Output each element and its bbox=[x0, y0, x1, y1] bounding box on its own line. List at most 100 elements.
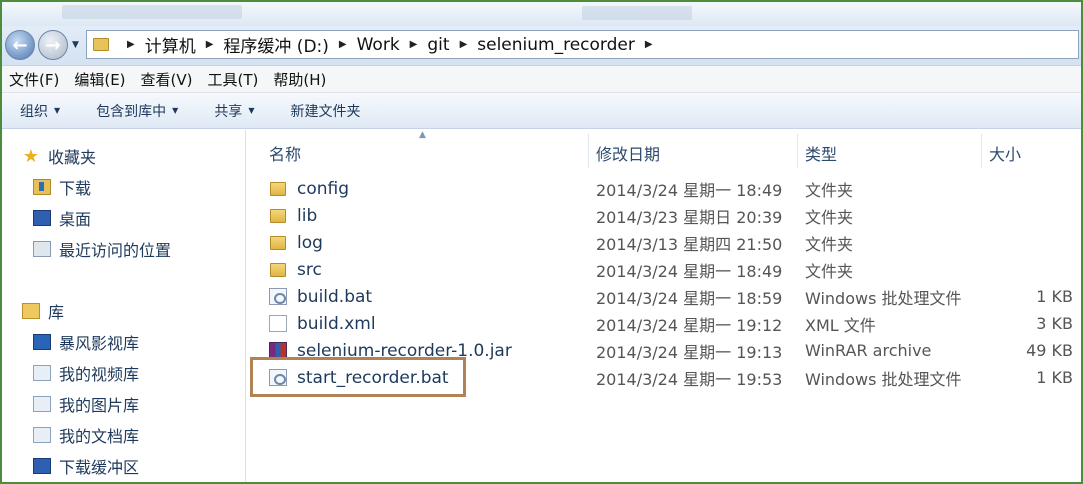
file-size: 49 KB bbox=[1026, 341, 1073, 360]
file-date: 2014/3/24 星期一 19:13 bbox=[596, 342, 783, 362]
caret-down-icon: ▼ bbox=[54, 106, 61, 115]
menu-tools[interactable]: 工具(T) bbox=[208, 69, 259, 90]
chevron-right-icon[interactable]: ▶ bbox=[206, 39, 214, 50]
sidebar-libraries-label: 库 bbox=[48, 303, 65, 322]
column-divider[interactable] bbox=[981, 134, 982, 168]
organize-label: 组织 bbox=[20, 103, 48, 120]
menu-help[interactable]: 帮助(H) bbox=[273, 69, 326, 90]
file-size bbox=[987, 256, 1073, 283]
xml-file-icon bbox=[269, 315, 287, 332]
file-size: 3 KB bbox=[1036, 314, 1073, 333]
folder-icon bbox=[270, 181, 286, 196]
file-name: build.bat bbox=[297, 286, 373, 307]
file-name: build.xml bbox=[297, 313, 376, 334]
folder-icon bbox=[270, 262, 286, 277]
file-date: 2014/3/24 星期一 18:49 bbox=[596, 180, 783, 200]
sidebar-item-download-buffer[interactable]: 下载缓冲区 bbox=[33, 453, 139, 479]
menu-file[interactable]: 文件(F) bbox=[9, 69, 59, 90]
share-button[interactable]: 共享 ▼ bbox=[214, 101, 254, 121]
file-row[interactable]: build.xml 2014/3/24 星期一 19:12 XML 文件 3 K… bbox=[247, 310, 1079, 337]
sidebar-item-label: 下载缓冲区 bbox=[59, 458, 140, 477]
file-type: 文件夹 bbox=[805, 180, 854, 200]
file-row[interactable]: src 2014/3/24 星期一 18:49 文件夹 bbox=[247, 256, 1079, 283]
sidebar-libraries[interactable]: 库 bbox=[22, 298, 64, 324]
title-ghost bbox=[62, 5, 242, 19]
file-name: config bbox=[297, 178, 350, 199]
sidebar-item-recent-places[interactable]: 最近访问的位置 bbox=[33, 236, 171, 262]
forward-arrow-icon: → bbox=[45, 34, 61, 56]
menu-bar: 文件(F) 编辑(E) 查看(V) 工具(T) 帮助(H) bbox=[2, 66, 1081, 93]
file-type: Windows 批处理文件 bbox=[805, 369, 962, 389]
column-divider[interactable] bbox=[797, 134, 798, 168]
chevron-right-icon[interactable]: ▶ bbox=[339, 39, 347, 50]
back-button[interactable]: ← bbox=[5, 30, 35, 60]
library-icon bbox=[22, 303, 40, 319]
file-size bbox=[987, 202, 1073, 229]
download-buffer-icon bbox=[33, 458, 51, 474]
include-in-library-label: 包含到库中 bbox=[96, 103, 167, 120]
breadcrumb-work[interactable]: Work bbox=[357, 35, 400, 55]
desktop-icon bbox=[33, 210, 51, 226]
recent-pages-dropdown-icon[interactable]: ▼ bbox=[72, 40, 79, 50]
chevron-right-icon[interactable]: ▶ bbox=[645, 39, 653, 50]
include-in-library-button[interactable]: 包含到库中 ▼ bbox=[96, 101, 178, 121]
sidebar-item-label: 我的视频库 bbox=[59, 365, 140, 384]
sidebar-favorites-label: 收藏夹 bbox=[48, 148, 97, 167]
file-size: 1 KB bbox=[1036, 287, 1073, 306]
navigation-pane: ★ 收藏夹 下载 桌面 最近访问的位置 库 暴风影视库 我的视频库 我的图片库 … bbox=[2, 130, 246, 482]
file-type: 文件夹 bbox=[805, 207, 854, 227]
file-date: 2014/3/24 星期一 18:59 bbox=[596, 288, 783, 308]
title-bar bbox=[2, 2, 1081, 26]
new-folder-label: 新建文件夹 bbox=[290, 103, 361, 120]
file-size: 1 KB bbox=[1036, 368, 1073, 387]
chevron-right-icon[interactable]: ▶ bbox=[127, 39, 135, 50]
breadcrumb-selenium-recorder[interactable]: selenium_recorder bbox=[477, 35, 635, 55]
file-row[interactable]: lib 2014/3/23 星期日 20:39 文件夹 bbox=[247, 202, 1079, 229]
chevron-right-icon[interactable]: ▶ bbox=[410, 39, 418, 50]
file-row[interactable]: build.bat 2014/3/24 星期一 18:59 Windows 批处… bbox=[247, 283, 1079, 310]
sidebar-item-film-library[interactable]: 暴风影视库 bbox=[33, 329, 139, 355]
sidebar-item-label: 桌面 bbox=[59, 210, 92, 229]
breadcrumb-git[interactable]: git bbox=[427, 35, 449, 55]
sidebar-item-label: 我的图片库 bbox=[59, 396, 140, 415]
file-date: 2014/3/13 星期四 21:50 bbox=[596, 234, 783, 254]
column-header-type[interactable]: 类型 bbox=[805, 138, 837, 168]
sort-ascending-icon: ▲ bbox=[419, 130, 426, 140]
forward-button[interactable]: → bbox=[38, 30, 68, 60]
folder-icon bbox=[93, 38, 109, 51]
caret-down-icon: ▼ bbox=[172, 106, 179, 115]
sidebar-item-label: 暴风影视库 bbox=[59, 334, 140, 353]
file-date: 2014/3/24 星期一 19:53 bbox=[596, 369, 783, 389]
sidebar-item-label: 下载 bbox=[59, 179, 92, 198]
file-name: log bbox=[297, 232, 323, 253]
file-date: 2014/3/24 星期一 19:12 bbox=[596, 315, 783, 335]
file-row[interactable]: config 2014/3/24 星期一 18:49 文件夹 bbox=[247, 175, 1079, 202]
sidebar-item-desktop[interactable]: 桌面 bbox=[33, 205, 91, 231]
column-header-date[interactable]: 修改日期 bbox=[596, 138, 660, 168]
file-row[interactable]: log 2014/3/13 星期四 21:50 文件夹 bbox=[247, 229, 1079, 256]
download-folder-icon bbox=[33, 179, 51, 195]
column-header-size[interactable]: 大小 bbox=[989, 138, 1021, 168]
sidebar-item-picture-library[interactable]: 我的图片库 bbox=[33, 391, 139, 417]
breadcrumb-drive[interactable]: 程序缓冲 (D:) bbox=[223, 32, 329, 57]
breadcrumb-computer[interactable]: 计算机 bbox=[145, 32, 196, 57]
sidebar-item-downloads[interactable]: 下载 bbox=[33, 174, 91, 200]
folder-icon bbox=[270, 235, 286, 250]
sidebar-item-document-library[interactable]: 我的文档库 bbox=[33, 422, 139, 448]
address-bar[interactable]: ▶ 计算机 ▶ 程序缓冲 (D:) ▶ Work ▶ git ▶ seleniu… bbox=[86, 30, 1079, 59]
new-folder-button[interactable]: 新建文件夹 bbox=[290, 101, 360, 121]
chevron-right-icon[interactable]: ▶ bbox=[460, 39, 468, 50]
menu-view[interactable]: 查看(V) bbox=[141, 69, 193, 90]
column-divider[interactable] bbox=[588, 134, 589, 168]
sidebar-item-label: 我的文档库 bbox=[59, 427, 140, 446]
organize-button[interactable]: 组织 ▼ bbox=[20, 101, 60, 121]
sidebar-item-video-library[interactable]: 我的视频库 bbox=[33, 360, 139, 386]
caret-down-icon: ▼ bbox=[248, 106, 255, 115]
menu-edit[interactable]: 编辑(E) bbox=[74, 69, 125, 90]
sidebar-favorites[interactable]: ★ 收藏夹 bbox=[22, 143, 96, 169]
video-library-icon bbox=[33, 365, 51, 381]
film-library-icon bbox=[33, 334, 51, 350]
title-ghost-right bbox=[582, 6, 692, 20]
column-header-name[interactable]: 名称 bbox=[269, 138, 301, 168]
share-label: 共享 bbox=[214, 103, 243, 120]
